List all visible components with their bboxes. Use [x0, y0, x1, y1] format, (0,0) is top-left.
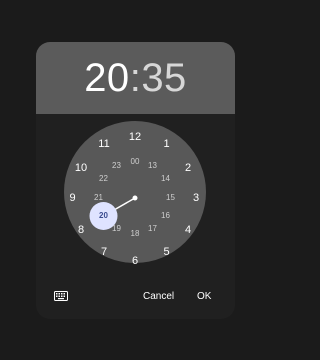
minute-display[interactable]: 35 — [141, 56, 187, 100]
hour-4[interactable]: 4 — [176, 222, 200, 238]
hour-10[interactable]: 10 — [69, 160, 93, 176]
hour-7[interactable]: 7 — [92, 244, 116, 260]
hour-2[interactable]: 2 — [176, 160, 200, 176]
time-display: 20:35 — [36, 56, 235, 100]
ok-button[interactable]: OK — [197, 290, 211, 304]
hour-14[interactable]: 14 — [154, 171, 178, 187]
time-separator: : — [129, 56, 142, 100]
hour-21[interactable]: 21 — [87, 190, 111, 206]
hour-12[interactable]: 12 — [123, 129, 147, 145]
hour-1[interactable]: 1 — [155, 136, 179, 152]
hour-6[interactable]: 6 — [123, 253, 147, 269]
hour-display[interactable]: 20 — [84, 56, 130, 100]
cancel-button[interactable]: Cancel — [143, 290, 174, 304]
keyboard-icon[interactable] — [54, 291, 68, 301]
hour-23[interactable]: 23 — [105, 158, 129, 174]
hour-20[interactable]: 20 — [92, 208, 116, 224]
clock-center-dot — [132, 195, 138, 201]
hour-11[interactable]: 11 — [92, 136, 116, 152]
hour-8[interactable]: 8 — [69, 222, 93, 238]
hour-15[interactable]: 15 — [159, 190, 183, 206]
hour-3[interactable]: 3 — [184, 190, 208, 206]
hour-5[interactable]: 5 — [155, 244, 179, 260]
clock-face[interactable]: 12 1 2 3 4 5 6 7 8 9 10 11 00 13 14 15 1… — [61, 121, 208, 267]
time-header: 20:35 — [36, 42, 235, 114]
hour-9[interactable]: 9 — [61, 190, 85, 206]
